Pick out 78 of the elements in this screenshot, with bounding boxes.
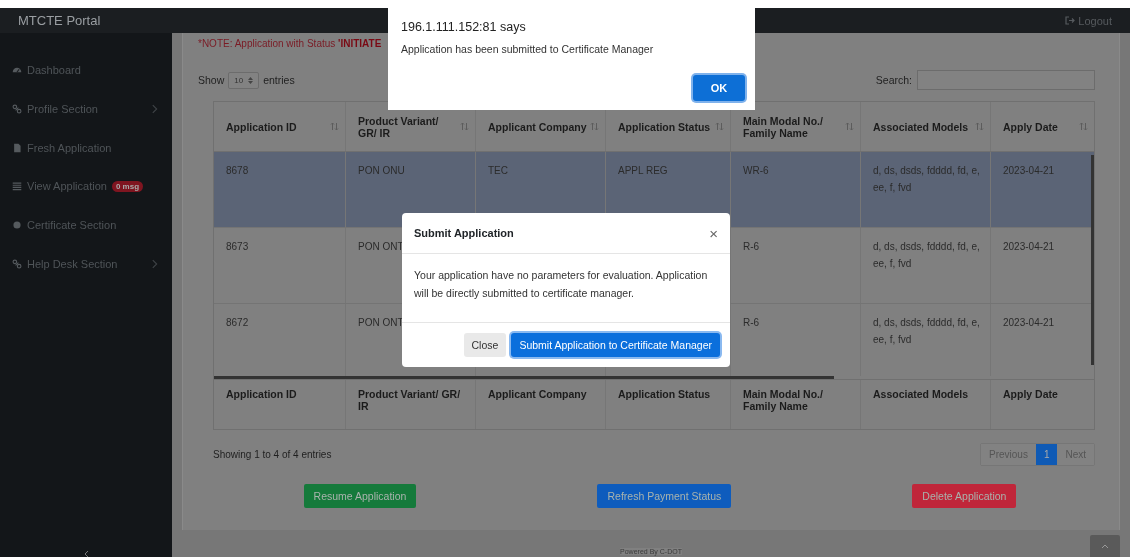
search-label: Search: — [875, 74, 912, 86]
table-cell: WR-6 — [743, 165, 769, 176]
sort-icon[interactable] — [460, 122, 469, 131]
column-header[interactable]: Associated Models — [873, 120, 969, 133]
column-header[interactable]: Application Status — [618, 120, 711, 133]
message-badge: 0 msg — [111, 180, 144, 192]
modal-title: Submit Application — [414, 227, 514, 239]
table-cell: PON ONT — [358, 241, 404, 252]
submit-button[interactable]: Submit Application to Certificate Manager — [511, 333, 720, 357]
column-header[interactable]: Main Modal No./ Family Name — [743, 114, 845, 139]
file-icon — [12, 142, 22, 153]
table-cell: PON ONU — [358, 165, 405, 176]
scrollbar[interactable] — [1091, 155, 1094, 365]
table-cell: 2023-04-21 — [1003, 165, 1055, 176]
scrollbar[interactable] — [214, 376, 834, 379]
sort-icon[interactable] — [975, 122, 984, 131]
table-cell: R-6 — [743, 241, 760, 252]
column-header[interactable]: Product Variant/ GR/ IR — [358, 114, 460, 139]
column-footer: Apply Date — [1003, 388, 1058, 400]
sidebar-item[interactable]: Certificate Section — [0, 205, 172, 245]
column-footer: Applicant Company — [488, 388, 587, 400]
table-cell: d, ds, dsds, fdddd, fd, e, ee, f, fvd — [873, 317, 980, 345]
link-icon — [12, 104, 22, 115]
action-button[interactable]: Refresh Payment Status — [597, 484, 732, 508]
sort-icon[interactable] — [590, 122, 599, 131]
table-cell: d, ds, dsds, fdddd, fd, e, ee, f, fvd — [873, 165, 980, 193]
table-row[interactable]: 8678 PON ONU TEC APPL REG WR-6 d, ds, dsds, fdddd, fd, e, ee, f, fvd 2023-04-21 — [214, 152, 1094, 228]
ok-button[interactable]: OK — [693, 75, 745, 101]
column-footer: Associated Models — [873, 388, 969, 400]
link-icon — [12, 258, 22, 269]
entries-info: Showing 1 to 4 of 4 entries — [213, 449, 332, 460]
sidebar-item[interactable]: View Application 0 msg — [0, 167, 172, 206]
table-cell: APPL REG — [618, 165, 668, 176]
close-button[interactable]: Close — [463, 333, 507, 357]
action-button[interactable]: Resume Application — [303, 484, 417, 508]
column-footer: Main Modal No./ Family Name — [743, 388, 854, 412]
table-cell: PON ONT — [358, 317, 404, 328]
column-header[interactable]: Apply Date — [1003, 120, 1058, 133]
table-cell: 2023-04-21 — [1003, 317, 1055, 328]
table-cell: R-6 — [743, 317, 760, 328]
sort-icon[interactable] — [330, 122, 339, 131]
logout-icon — [1065, 16, 1076, 25]
table-cell: 8673 — [226, 241, 249, 252]
sort-icon[interactable] — [715, 122, 724, 131]
logout-link[interactable]: Logout — [1065, 14, 1112, 27]
table-cell: 8672 — [226, 317, 249, 328]
gauge-icon — [12, 65, 22, 76]
modal-message: Your application have no parameters for evaluation. Application will be directly submitted to certificate manager. — [402, 254, 730, 323]
sort-icon[interactable] — [845, 122, 854, 131]
column-footer: Product Variant/ GR/ IR — [358, 388, 469, 412]
column-header[interactable]: Applicant Company — [488, 120, 587, 133]
list-icon — [12, 181, 22, 192]
scroll-top-button[interactable] — [1090, 535, 1120, 557]
table-cell: d, ds, dsds, fdddd, fd, e, ee, f, fvd — [873, 241, 980, 269]
chevron-up-icon — [1101, 543, 1109, 549]
column-footer: Application Status — [618, 388, 711, 400]
action-button[interactable]: Delete Application — [912, 484, 1017, 508]
note-text: *NOTE: Application with Status 'INITIATE — [198, 38, 382, 49]
sidebar-item[interactable]: Profile Section — [0, 89, 172, 129]
brand-title[interactable]: MTCTE Portal — [18, 13, 101, 28]
alert-title: 196.1.111.152:81 says — [401, 20, 527, 34]
sidebar-item[interactable]: Dashboard — [0, 51, 172, 90]
entries-select[interactable]: 10 — [228, 71, 260, 89]
sort-icon[interactable] — [1079, 122, 1088, 131]
show-label: Show — [198, 74, 225, 86]
sidebar-item[interactable]: Fresh Application — [0, 128, 172, 168]
sort-caret-icon — [248, 76, 254, 84]
pagination-button[interactable]: 1 — [1035, 444, 1058, 465]
table-cell: TEC — [488, 165, 508, 176]
alert-message: Application has been submitted to Certificate Manager — [401, 43, 655, 55]
entries-label: entries — [263, 74, 295, 86]
chevron-left-icon[interactable] — [83, 551, 89, 557]
table-cell: 2023-04-21 — [1003, 241, 1055, 252]
table-cell: 8678 — [226, 165, 249, 176]
column-header[interactable]: Application ID — [226, 120, 297, 133]
sidebar-item[interactable]: Help Desk Section — [0, 244, 172, 284]
column-footer: Application ID — [226, 388, 297, 400]
dot-icon — [12, 220, 22, 231]
